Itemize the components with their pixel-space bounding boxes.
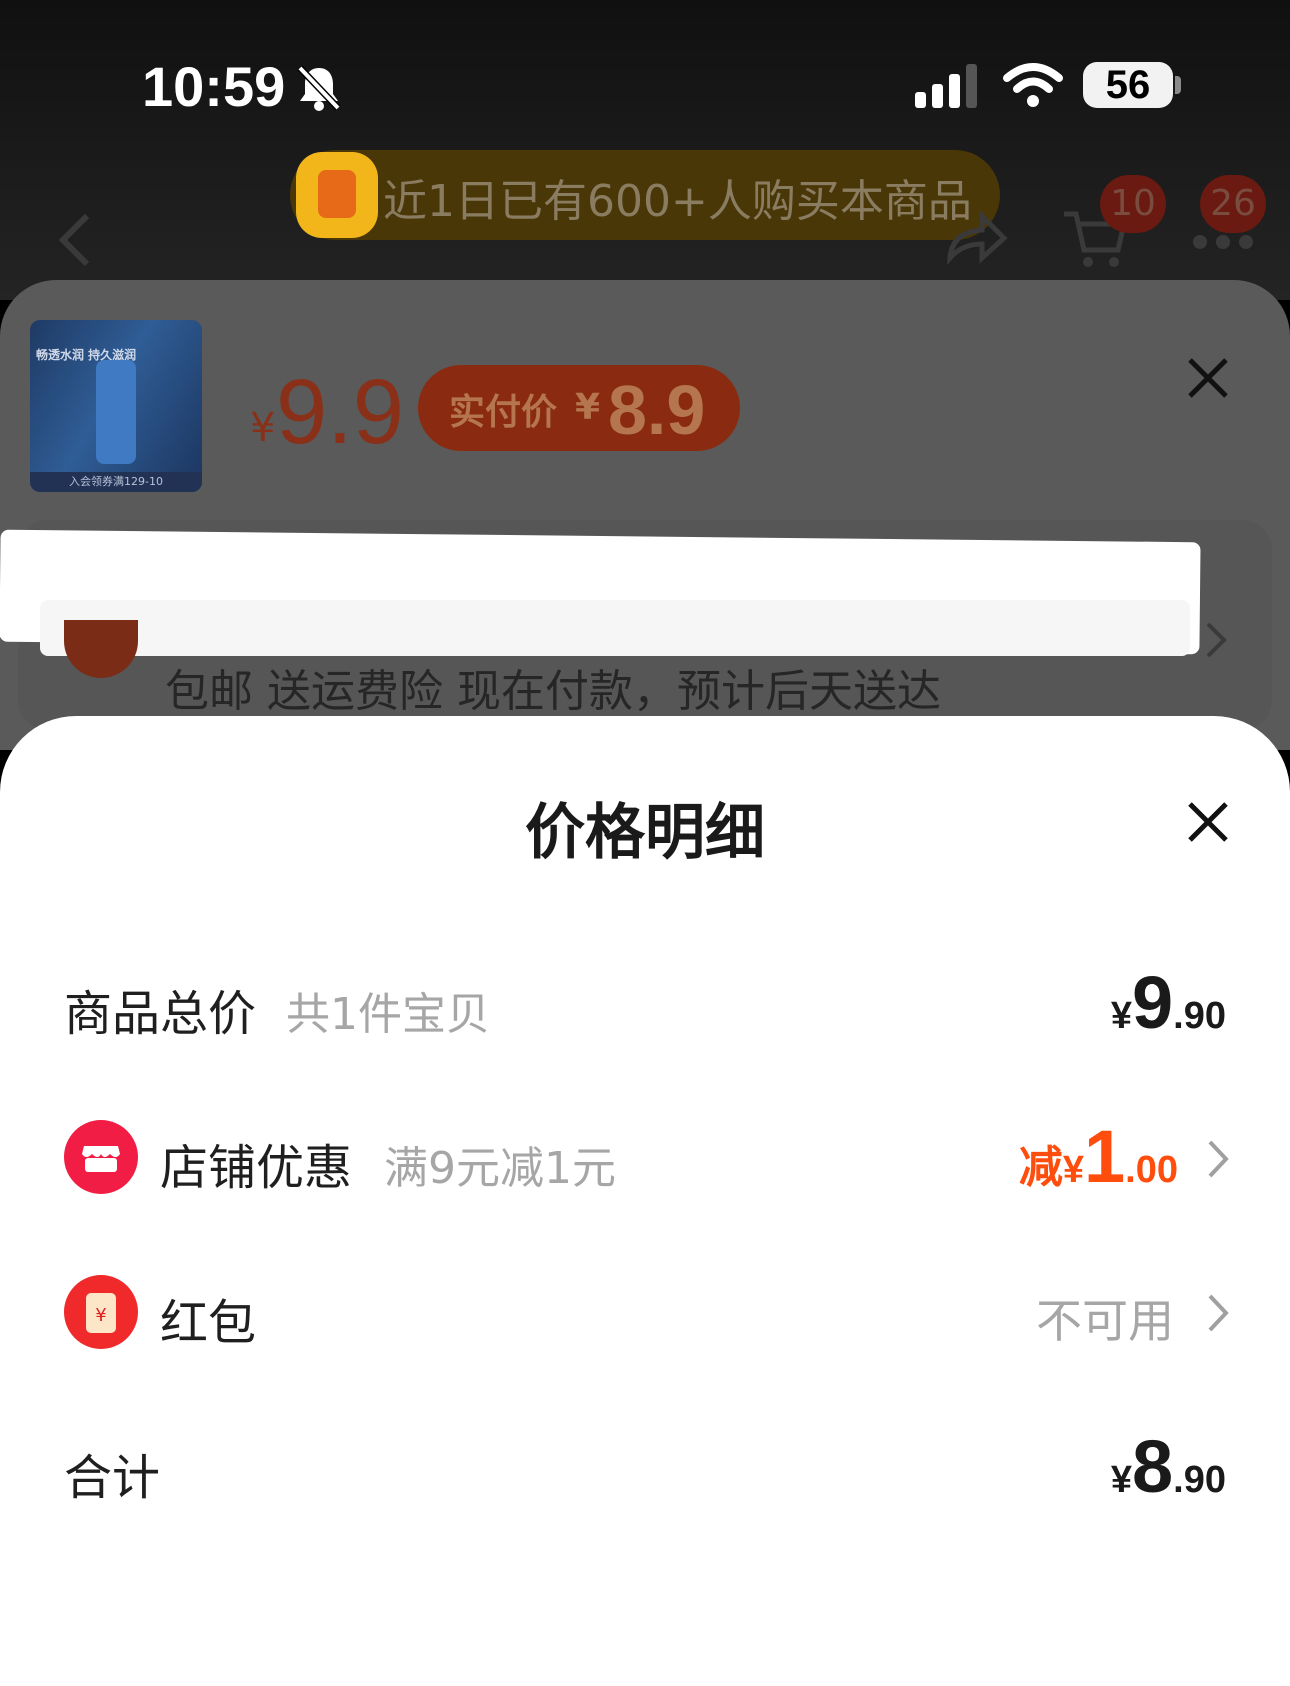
store-discount-rule: 满9元减1元: [384, 1143, 616, 1194]
red-packet-status[interactable]: 不可用: [1036, 1285, 1174, 1351]
svg-text:¥: ¥: [95, 1305, 106, 1326]
grand-total-label: 合计: [64, 1450, 161, 1506]
red-packet-icon: ¥: [64, 1275, 138, 1349]
actual-pay-label: 实付价: [449, 392, 558, 433]
battery-icon: 56: [1083, 62, 1173, 108]
cart-badge: 10: [1100, 175, 1166, 233]
cellular-signal-icon: [915, 64, 977, 108]
price-currency: ¥: [250, 405, 276, 451]
store-discount-amount[interactable]: 减¥1.00: [1019, 1114, 1178, 1199]
battery-tip: [1175, 76, 1181, 94]
store-icon: [64, 1120, 138, 1194]
more-icon[interactable]: [1190, 232, 1256, 252]
total-goods-label: 商品总价: [64, 986, 257, 1042]
shopping-bag-icon: [296, 152, 378, 238]
chevron-right-icon[interactable]: [1204, 620, 1228, 660]
chevron-right-icon[interactable]: [1206, 1138, 1230, 1180]
store-discount-label: 店铺优惠: [160, 1140, 353, 1196]
item-count: 共1件宝贝: [286, 989, 490, 1040]
actual-pay-currency: ¥: [575, 387, 601, 428]
chevron-right-icon[interactable]: [1206, 1292, 1230, 1334]
product-thumbnail[interactable]: 畅透水润 持久滋润 入会领券满129-10: [30, 320, 202, 492]
status-bar: 10:59 56: [0, 0, 1290, 140]
thumb-footer: 入会领券满129-10: [30, 472, 202, 492]
total-goods-amount: ¥9.90: [1110, 961, 1226, 1044]
close-sheet-icon[interactable]: [1186, 800, 1230, 844]
bell-muted-icon: [297, 65, 341, 111]
more-badge: 26: [1200, 175, 1266, 233]
product-bottle-image: [96, 360, 136, 464]
grand-total-amount: ¥8.90: [1110, 1425, 1226, 1508]
sheet-title: 价格明细: [525, 798, 765, 868]
share-icon[interactable]: [944, 208, 1008, 264]
product-price: 9.9: [276, 361, 404, 463]
close-icon[interactable]: [1186, 356, 1230, 400]
wifi-icon: [1003, 63, 1063, 107]
red-packet-label: 红包: [160, 1295, 257, 1351]
redacted-area-secondary: [40, 600, 1190, 656]
actual-pay-price: 8.9: [608, 371, 706, 449]
shipping-info: 包邮 送运费险 现在付款，预计后天送达: [165, 666, 941, 717]
back-arrow-icon[interactable]: [55, 210, 95, 270]
promo-text: 近1日已有600+人购买本商品: [383, 176, 972, 227]
status-time: 10:59: [142, 55, 286, 118]
